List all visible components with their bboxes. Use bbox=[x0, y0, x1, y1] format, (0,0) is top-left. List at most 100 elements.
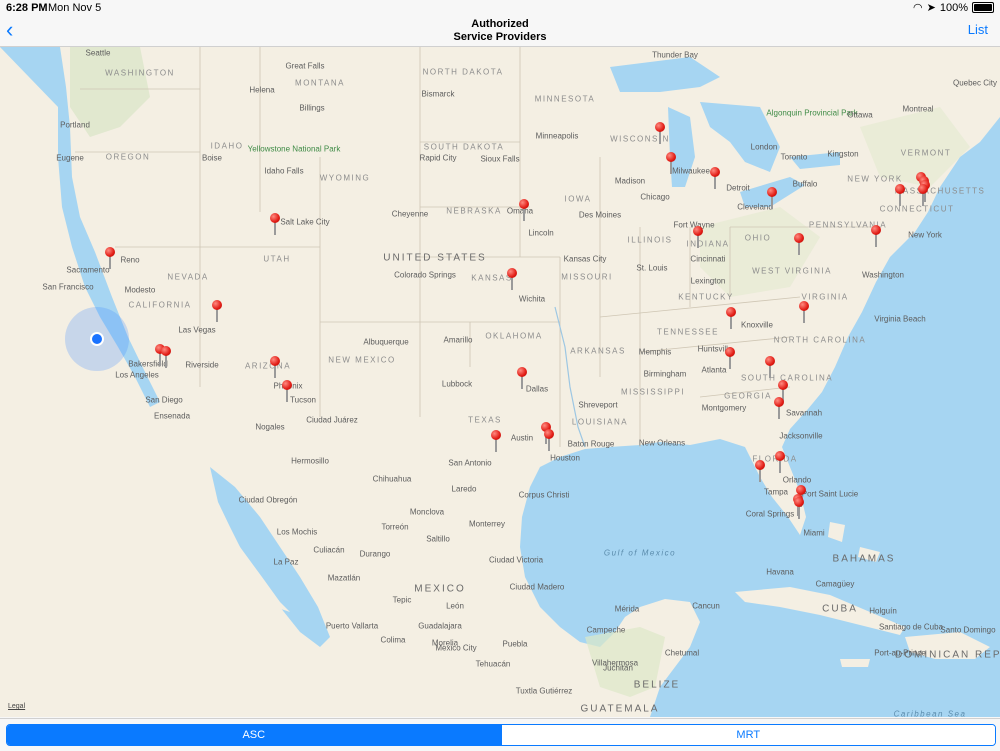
state-label: TENNESSEE bbox=[657, 327, 719, 337]
city-label: Cheyenne bbox=[391, 209, 429, 219]
city-label: Cancun bbox=[692, 601, 720, 611]
city-label: Guadalajara bbox=[418, 621, 462, 631]
service-provider-pin[interactable] bbox=[270, 356, 280, 378]
city-label: St. Louis bbox=[636, 263, 668, 273]
city-label: Albuquerque bbox=[363, 337, 409, 347]
city-label: Ciudad Madero bbox=[509, 582, 565, 592]
state-label: NEW MEXICO bbox=[328, 355, 396, 365]
city-label: Miami bbox=[803, 528, 825, 538]
city-label: Santo Domingo bbox=[940, 625, 996, 635]
city-label: Lubbock bbox=[441, 379, 473, 389]
city-label: Ottawa bbox=[847, 110, 873, 120]
service-provider-pin[interactable] bbox=[212, 300, 222, 322]
status-time: 6:28 PM bbox=[6, 2, 48, 14]
service-provider-pin[interactable] bbox=[666, 152, 676, 174]
city-label: Durango bbox=[359, 549, 391, 559]
city-label: Chihuahua bbox=[372, 474, 412, 484]
service-provider-pin[interactable] bbox=[726, 307, 736, 329]
battery-percent: 100% bbox=[939, 1, 968, 14]
state-label: ARIZONA bbox=[244, 361, 292, 371]
state-label: IDAHO bbox=[210, 141, 244, 151]
city-label: Shreveport bbox=[578, 400, 618, 410]
service-provider-pin[interactable] bbox=[105, 247, 115, 269]
state-label: MONTANA bbox=[295, 78, 345, 88]
service-provider-pin[interactable] bbox=[765, 356, 775, 378]
segment-mrt[interactable]: MRT bbox=[500, 725, 995, 745]
segment-asc[interactable]: ASC bbox=[7, 725, 501, 745]
service-provider-pin[interactable] bbox=[895, 184, 905, 206]
map-view[interactable]: UNITED STATES MEXICO CUBA BAHAMAS BELIZE GUAT… bbox=[0, 47, 1000, 717]
city-label: Port Saint Lucie bbox=[801, 489, 859, 499]
city-label: Ensenada bbox=[153, 411, 191, 421]
city-label: Buffalo bbox=[792, 179, 818, 189]
city-label: Thunder Bay bbox=[652, 50, 698, 60]
city-label: Nogales bbox=[255, 422, 285, 432]
city-label: Chetumal bbox=[664, 648, 700, 658]
city-label: Monclova bbox=[409, 507, 445, 517]
service-provider-pin[interactable] bbox=[799, 301, 809, 323]
city-label: Cincinnati bbox=[690, 254, 726, 264]
city-label: Campeche bbox=[586, 625, 626, 635]
service-provider-pin[interactable] bbox=[693, 226, 703, 248]
city-label: Villahermosa bbox=[591, 658, 639, 668]
city-label: Amarillo bbox=[443, 335, 473, 345]
service-provider-pin[interactable] bbox=[774, 397, 784, 419]
state-label: CALIFORNIA bbox=[128, 300, 192, 310]
city-label: Toronto bbox=[780, 152, 808, 162]
service-provider-pin[interactable] bbox=[161, 346, 171, 368]
service-provider-pin[interactable] bbox=[794, 233, 804, 255]
service-provider-pin[interactable] bbox=[519, 199, 529, 221]
city-label: Portland bbox=[60, 120, 90, 130]
service-provider-pin[interactable] bbox=[544, 429, 554, 451]
state-label: WEST VIRGINIA bbox=[752, 266, 832, 276]
service-provider-pin[interactable] bbox=[517, 367, 527, 389]
state-label: MASSACHUSETTS bbox=[894, 186, 986, 196]
city-label: Montreal bbox=[902, 104, 934, 114]
service-provider-pin[interactable] bbox=[507, 268, 517, 290]
status-date: Mon Nov 5 bbox=[48, 2, 102, 14]
state-label: LOUISIANA bbox=[571, 417, 629, 427]
service-provider-pin[interactable] bbox=[775, 451, 785, 473]
service-provider-pin[interactable] bbox=[794, 497, 804, 519]
state-label: OREGON bbox=[105, 152, 151, 162]
state-label: MISSISSIPPI bbox=[620, 387, 686, 397]
city-label: Eugene bbox=[56, 153, 84, 163]
city-label: Puebla bbox=[502, 639, 528, 649]
service-provider-pin[interactable] bbox=[270, 213, 280, 235]
service-provider-pin[interactable] bbox=[491, 430, 501, 452]
park-label: Algonquin Provincial Park bbox=[766, 108, 858, 118]
city-label: Camagüey bbox=[815, 579, 855, 589]
service-provider-pin[interactable] bbox=[710, 167, 720, 189]
service-provider-pin[interactable] bbox=[918, 184, 928, 206]
location-arrow-icon: ➤ bbox=[926, 2, 936, 14]
state-label: SOUTH DAKOTA bbox=[423, 142, 505, 152]
state-label: NEBRASKA bbox=[446, 206, 502, 216]
city-label: Minneapolis bbox=[535, 131, 579, 141]
service-provider-pin[interactable] bbox=[725, 347, 735, 369]
city-label: Orlando bbox=[782, 475, 812, 485]
city-label: Jacksonville bbox=[779, 431, 823, 441]
city-label: Lincoln bbox=[528, 228, 554, 238]
legal-link[interactable]: Legal bbox=[8, 703, 25, 710]
service-provider-pin[interactable] bbox=[767, 187, 777, 209]
city-label: Atlanta bbox=[701, 365, 727, 375]
service-provider-pin[interactable] bbox=[655, 122, 665, 144]
city-label: Billings bbox=[299, 103, 325, 113]
city-label: Quebec City bbox=[952, 78, 998, 88]
city-label: Tucson bbox=[290, 395, 316, 405]
service-provider-pin[interactable] bbox=[755, 460, 765, 482]
city-label: Tampa bbox=[763, 487, 789, 497]
city-label: Sioux Falls bbox=[480, 154, 520, 164]
city-label: Reno bbox=[120, 255, 140, 265]
title-line-2: Service Providers bbox=[453, 31, 547, 43]
title-line-1: Authorized bbox=[471, 18, 529, 30]
city-label: Memphis bbox=[638, 347, 672, 357]
city-label: Savannah bbox=[785, 408, 823, 418]
list-button[interactable]: List bbox=[968, 22, 988, 37]
battery-icon bbox=[972, 2, 994, 13]
service-provider-pin[interactable] bbox=[282, 380, 292, 402]
service-provider-pin[interactable] bbox=[871, 225, 881, 247]
city-label: Ciudad Obregón bbox=[238, 495, 298, 505]
city-label: Culiacán bbox=[313, 545, 345, 555]
current-location-indicator[interactable] bbox=[65, 307, 129, 371]
